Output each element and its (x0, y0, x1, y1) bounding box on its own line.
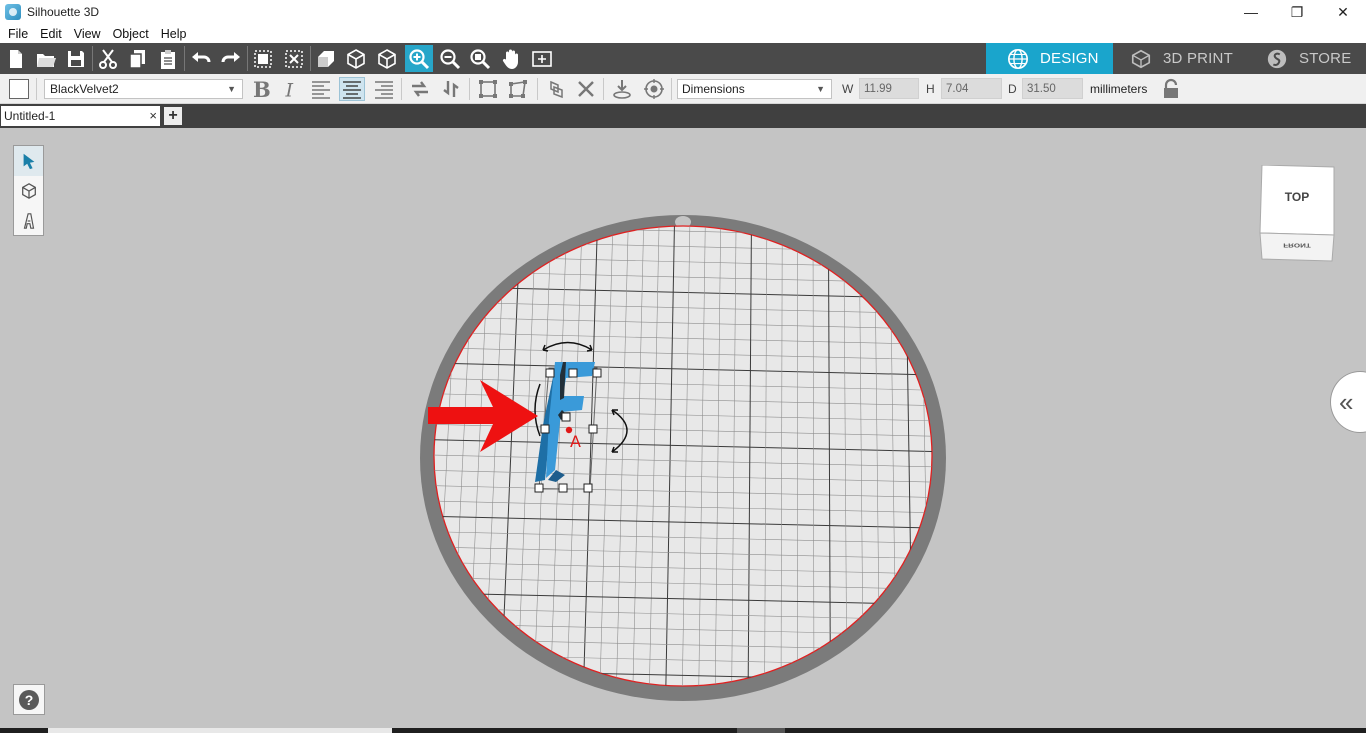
title-bar: Silhouette 3D — ❐ ✕ (0, 0, 1366, 24)
minimize-button[interactable]: — (1228, 0, 1274, 24)
app-icon (5, 4, 21, 20)
transform-box-icon[interactable] (476, 78, 500, 100)
drop-to-bed-icon[interactable] (610, 78, 634, 100)
tab-store-label: STORE (1299, 50, 1352, 67)
paste-icon[interactable] (154, 45, 182, 72)
menu-object[interactable]: Object (107, 27, 155, 41)
tab-store[interactable]: STORE (1241, 43, 1366, 74)
main-toolbar: DESIGN 3D PRINT STORE (0, 43, 1366, 74)
help-icon: ? (19, 689, 39, 710)
depth-field[interactable]: 31.50 (1022, 78, 1083, 99)
select-arrow-icon[interactable] (14, 146, 43, 176)
document-tab-bar: Untitled-1 × + (0, 104, 1366, 128)
print-3d-icon (1129, 47, 1153, 71)
cube-solid-icon[interactable] (373, 45, 401, 72)
tab-design[interactable]: DESIGN (986, 43, 1113, 74)
menu-bar: File Edit View Object Help (0, 24, 1366, 43)
open-folder-icon[interactable] (32, 45, 60, 72)
width-field[interactable]: 11.99 (859, 78, 919, 99)
dimension-mode-select[interactable]: Dimensions ▼ (677, 79, 832, 99)
group-icon[interactable] (249, 45, 277, 72)
menu-edit[interactable]: Edit (34, 27, 68, 41)
new-file-icon[interactable] (2, 45, 30, 72)
fill-color-swatch[interactable] (9, 79, 29, 99)
lock-aspect-icon[interactable] (1160, 78, 1182, 100)
print-bed-viewport[interactable]: A (0, 128, 1366, 733)
help-button[interactable]: ? (13, 684, 45, 715)
menu-file[interactable]: File (2, 27, 34, 41)
svg-text:I: I (285, 78, 294, 100)
combine-shapes-icon[interactable] (543, 78, 567, 100)
depth-label: D (1008, 82, 1017, 96)
align-center-icon[interactable] (339, 77, 365, 101)
maximize-button[interactable]: ❐ (1274, 0, 1320, 24)
window-title: Silhouette 3D (27, 5, 100, 19)
close-tab-icon[interactable]: × (149, 108, 157, 123)
view-cube[interactable]: TOP FRONT (1258, 164, 1336, 263)
store-icon (1265, 47, 1289, 71)
globe-icon (1006, 47, 1030, 71)
document-tab[interactable]: Untitled-1 × (1, 106, 160, 126)
zoom-in-icon[interactable] (405, 45, 433, 72)
svg-text:B: B (253, 78, 271, 100)
close-button[interactable]: ✕ (1320, 0, 1366, 24)
view-cube-top-label[interactable]: TOP (1258, 190, 1336, 204)
pan-hand-icon[interactable] (497, 45, 525, 72)
chevron-down-icon: ▼ (816, 84, 825, 94)
save-icon[interactable] (62, 45, 90, 72)
tab-3d-print-label: 3D PRINT (1163, 50, 1233, 67)
chevron-down-icon: ▼ (227, 84, 236, 94)
tab-3d-print[interactable]: 3D PRINT (1113, 43, 1241, 74)
document-tab-label: Untitled-1 (4, 109, 56, 123)
width-label: W (842, 82, 854, 96)
tab-design-label: DESIGN (1040, 50, 1099, 67)
undo-icon[interactable] (187, 45, 215, 72)
double-chevron-left-icon: « (1339, 386, 1354, 417)
height-field[interactable]: 7.04 (941, 78, 1002, 99)
tool-palette (13, 145, 44, 236)
anchor-label: A (570, 432, 581, 451)
ungroup-icon[interactable] (280, 45, 308, 72)
flip-horizontal-icon[interactable] (407, 78, 433, 100)
cube-tool-icon[interactable] (14, 176, 43, 206)
window-controls: — ❐ ✕ (1228, 0, 1366, 24)
print-bed-surface (433, 225, 933, 687)
cube-view-icon[interactable] (342, 45, 370, 72)
copy-icon[interactable] (124, 45, 152, 72)
text-tool-icon[interactable] (14, 206, 43, 236)
height-label: H (926, 82, 935, 96)
transform-points-icon[interactable] (506, 78, 530, 100)
center-on-bed-icon[interactable] (642, 78, 666, 100)
align-left-icon[interactable] (309, 78, 333, 100)
zoom-fit-icon[interactable] (466, 45, 494, 72)
zoom-out-icon[interactable] (436, 45, 464, 72)
align-right-icon[interactable] (372, 78, 396, 100)
units-label: millimeters (1090, 82, 1148, 96)
font-select-value: BlackVelvet2 (50, 82, 119, 96)
dimension-mode-value: Dimensions (682, 82, 745, 96)
design-canvas[interactable]: A TOP FRONT « ? (0, 128, 1366, 733)
silhouette-3d-window: Silhouette 3D — ❐ ✕ File Edit View Objec… (0, 0, 1366, 733)
delete-icon[interactable] (575, 78, 597, 100)
extrude-icon[interactable] (312, 45, 340, 72)
fit-page-icon[interactable] (528, 45, 556, 72)
grid-line (418, 700, 946, 712)
menu-view[interactable]: View (68, 27, 107, 41)
redo-icon[interactable] (217, 45, 245, 72)
cut-icon[interactable] (94, 45, 122, 72)
bold-icon[interactable]: B (250, 78, 272, 100)
menu-help[interactable]: Help (155, 27, 193, 41)
taskbar-strip (0, 728, 1366, 733)
view-cube-front-label[interactable]: FRONT (1258, 242, 1336, 248)
font-select[interactable]: BlackVelvet2 ▼ (44, 79, 243, 99)
add-tab-button[interactable]: + (164, 107, 182, 125)
flip-vertical-icon[interactable] (440, 78, 462, 100)
italic-icon[interactable]: I (281, 78, 301, 100)
